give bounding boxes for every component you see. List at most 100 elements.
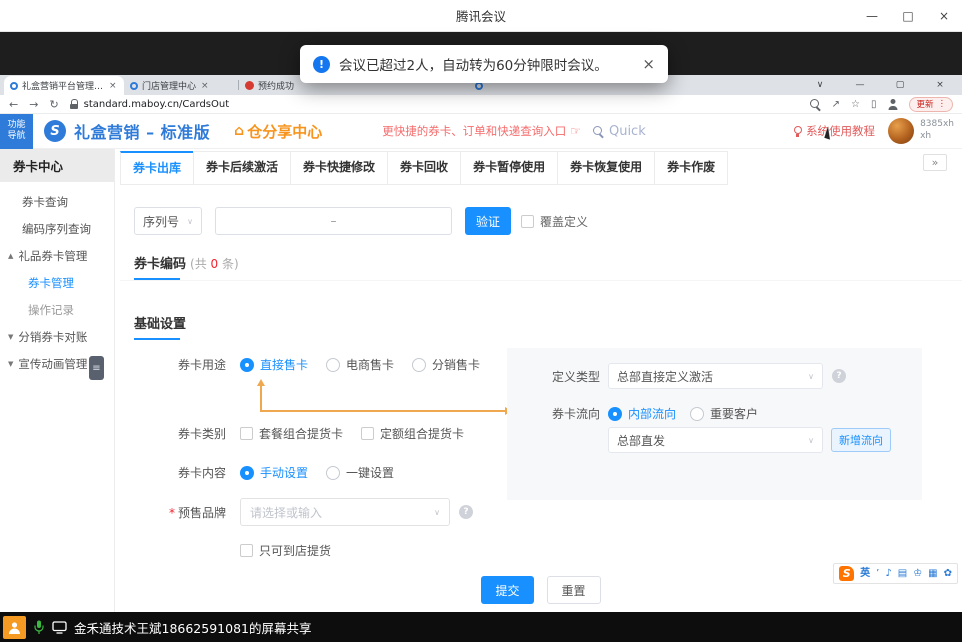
browser-menu-chevron-icon[interactable]: ∨ xyxy=(800,80,840,90)
checkbox-fixed-combo[interactable] xyxy=(361,427,374,440)
chevron-down-icon: ∨ xyxy=(808,372,814,381)
radio-internal-flow[interactable] xyxy=(608,407,622,421)
back-icon[interactable]: ← xyxy=(9,98,18,111)
ime-keyboard-icon[interactable]: ▤ xyxy=(898,569,907,579)
ime-punctuation-icon[interactable]: ’ xyxy=(876,569,879,579)
nav-toggle-line2: 导航 xyxy=(7,131,25,142)
sidebar-group-distribution-reconcile[interactable]: ▼ 分销券卡对账 xyxy=(0,323,114,350)
overwrite-define-option[interactable]: 覆盖定义 xyxy=(521,213,588,230)
browser-tab-2[interactable]: 门店管理中心 × xyxy=(124,76,238,95)
submit-button[interactable]: 提交 xyxy=(481,576,533,604)
radio-vip-customer[interactable] xyxy=(690,407,704,421)
sidebar-item-card-mgmt-active[interactable]: 券卡管理 xyxy=(0,269,114,296)
tab-card-outbound[interactable]: 券卡出库 xyxy=(120,151,194,185)
url-text[interactable]: standard.maboy.cn/CardsOut xyxy=(84,99,229,110)
tab-card-quick-edit[interactable]: 券卡快捷修改 xyxy=(290,151,388,185)
presale-brand-select[interactable]: 请选择或输入 ∨ xyxy=(240,498,450,526)
toast-close-icon[interactable]: × xyxy=(642,55,655,73)
store-pickup-only-row[interactable]: 只可到店提货 xyxy=(240,542,349,559)
add-flow-button[interactable]: 新增流向 xyxy=(831,428,891,452)
sidebar: 券卡中心 券卡查询 编码序列查询 ▲ 礼品券卡管理 券卡管理 操作记录 ▼ 分销… xyxy=(0,149,115,612)
radio-one-click-setup[interactable] xyxy=(326,466,340,480)
browser-update-button[interactable]: 更新 ⋮ xyxy=(909,97,953,112)
ime-voice-icon[interactable]: ♪ xyxy=(885,569,891,579)
serial-type-select[interactable]: 序列号 ∨ xyxy=(134,207,202,235)
radio-ecommerce-sale[interactable] xyxy=(326,358,340,372)
card-codes-section-header: 券卡编码 (共 0 条) xyxy=(134,253,962,272)
range-separator: – xyxy=(331,214,337,228)
sidebar-group-gift-card-mgmt[interactable]: ▲ 礼品券卡管理 xyxy=(0,242,114,269)
more-menu-icon[interactable]: ⋮ xyxy=(938,99,947,109)
tab-close-icon[interactable]: × xyxy=(109,81,117,91)
sidebar-item-card-query[interactable]: 券卡查询 xyxy=(0,188,114,215)
flow-select[interactable]: 总部直发 ∨ xyxy=(608,427,823,453)
help-icon[interactable]: ? xyxy=(459,505,473,519)
browser-minimize-icon[interactable]: — xyxy=(840,80,880,90)
checkbox[interactable] xyxy=(521,215,534,228)
tab-card-recycle[interactable]: 券卡回收 xyxy=(387,151,461,185)
sidebar-item-operation-log[interactable]: 操作记录 xyxy=(0,296,114,323)
browser-window: 礼盒营销平台管理中心 × 门店管理中心 × 预约成功 ∨ — ▢ × xyxy=(0,75,962,612)
minimize-icon[interactable]: — xyxy=(854,0,890,31)
tab-card-suspend[interactable]: 券卡暂停使用 xyxy=(460,151,558,185)
browser-close-icon[interactable]: × xyxy=(920,80,960,90)
field-label: 券卡流向 xyxy=(548,405,600,422)
checkbox-store-only[interactable] xyxy=(240,544,253,557)
field-label: *预售品牌 xyxy=(164,504,226,521)
promo-link[interactable]: 更快捷的券卡、订单和快递查询入口☞ xyxy=(382,123,581,139)
select-value: 序列号 xyxy=(143,213,179,230)
browser-maximize-icon[interactable]: ▢ xyxy=(880,80,920,90)
radio-direct-sale[interactable] xyxy=(240,358,254,372)
side-panel-icon[interactable]: ▯ xyxy=(871,99,877,110)
zoom-icon[interactable] xyxy=(810,99,821,110)
serial-search-row: 序列号 ∨ – 验证 覆盖定义 xyxy=(134,207,962,235)
meeting-toast: ! 会议已超过2人，自动转为60分钟限时会议。 × xyxy=(300,45,668,83)
maximize-icon[interactable]: □ xyxy=(890,0,926,31)
ime-language-toggle[interactable]: 英 xyxy=(860,569,870,579)
site-favicon xyxy=(245,81,254,90)
ime-toolbox-icon[interactable]: ▦ xyxy=(928,569,937,579)
close-icon[interactable]: × xyxy=(926,0,962,31)
nav-toggle-line1: 功能 xyxy=(7,120,25,131)
site-favicon xyxy=(10,82,18,90)
forward-icon[interactable]: → xyxy=(29,98,38,111)
sidebar-collapse-handle[interactable]: ≡ xyxy=(89,356,104,380)
definition-type-select[interactable]: 总部直接定义激活 ∨ xyxy=(608,363,823,389)
sidebar-item-code-sequence-query[interactable]: 编码序列查询 xyxy=(0,215,114,242)
tab-card-void[interactable]: 券卡作废 xyxy=(654,151,728,185)
field-label: 券卡用途 xyxy=(164,356,226,373)
tab-close-icon[interactable]: × xyxy=(201,81,209,91)
verify-button[interactable]: 验证 xyxy=(465,207,511,235)
reset-button[interactable]: 重置 xyxy=(547,576,601,604)
card-flow-row: 券卡流向 内部流向 重要客户 xyxy=(507,405,922,422)
quick-search[interactable]: Quick xyxy=(593,124,646,139)
main-content: 券卡出库 券卡后续激活 券卡快捷修改 券卡回收 券卡暂停使用 券卡恢复使用 券卡… xyxy=(115,149,962,612)
ime-settings-icon[interactable]: ✿ xyxy=(944,569,952,579)
group-label: 宣传动画管理 xyxy=(18,356,87,372)
nav-toggle-button[interactable]: 功能 导航 xyxy=(0,114,33,149)
browser-tab-1[interactable]: 礼盒营销平台管理中心 × xyxy=(4,76,124,95)
help-icon[interactable]: ? xyxy=(832,369,846,383)
expand-more-button[interactable]: » xyxy=(923,154,947,171)
profile-icon[interactable] xyxy=(887,99,898,110)
tutorial-link[interactable]: 系统使用教程 xyxy=(793,123,875,139)
tab-card-restore[interactable]: 券卡恢复使用 xyxy=(557,151,655,185)
active-underline xyxy=(134,338,180,340)
checkbox-package-combo[interactable] xyxy=(240,427,253,440)
tab-card-followup-activate[interactable]: 券卡后续激活 xyxy=(193,151,291,185)
ime-skin-icon[interactable]: ♔ xyxy=(913,569,922,579)
radio-manual-setup[interactable] xyxy=(240,466,254,480)
reload-icon[interactable]: ↻ xyxy=(49,98,58,111)
presale-brand-row: *预售品牌 请选择或输入 ∨ ? xyxy=(164,498,473,526)
share-icon[interactable]: ↗ xyxy=(832,99,840,110)
serial-range-input[interactable]: – xyxy=(215,207,452,235)
user-info: 8385xh xh xyxy=(920,119,954,142)
meeting-titlebar: 腾讯会议 — □ × xyxy=(0,0,962,32)
sogou-logo-icon[interactable]: S xyxy=(839,566,854,581)
bookmark-star-icon[interactable]: ☆ xyxy=(851,99,860,110)
user-avatar[interactable] xyxy=(888,118,914,144)
radio-label: 分销售卡 xyxy=(432,356,480,373)
user-sub: xh xyxy=(920,131,954,143)
share-center-link[interactable]: ⌂ 仓分享中心 xyxy=(234,121,322,142)
radio-distribution-sale[interactable] xyxy=(412,358,426,372)
